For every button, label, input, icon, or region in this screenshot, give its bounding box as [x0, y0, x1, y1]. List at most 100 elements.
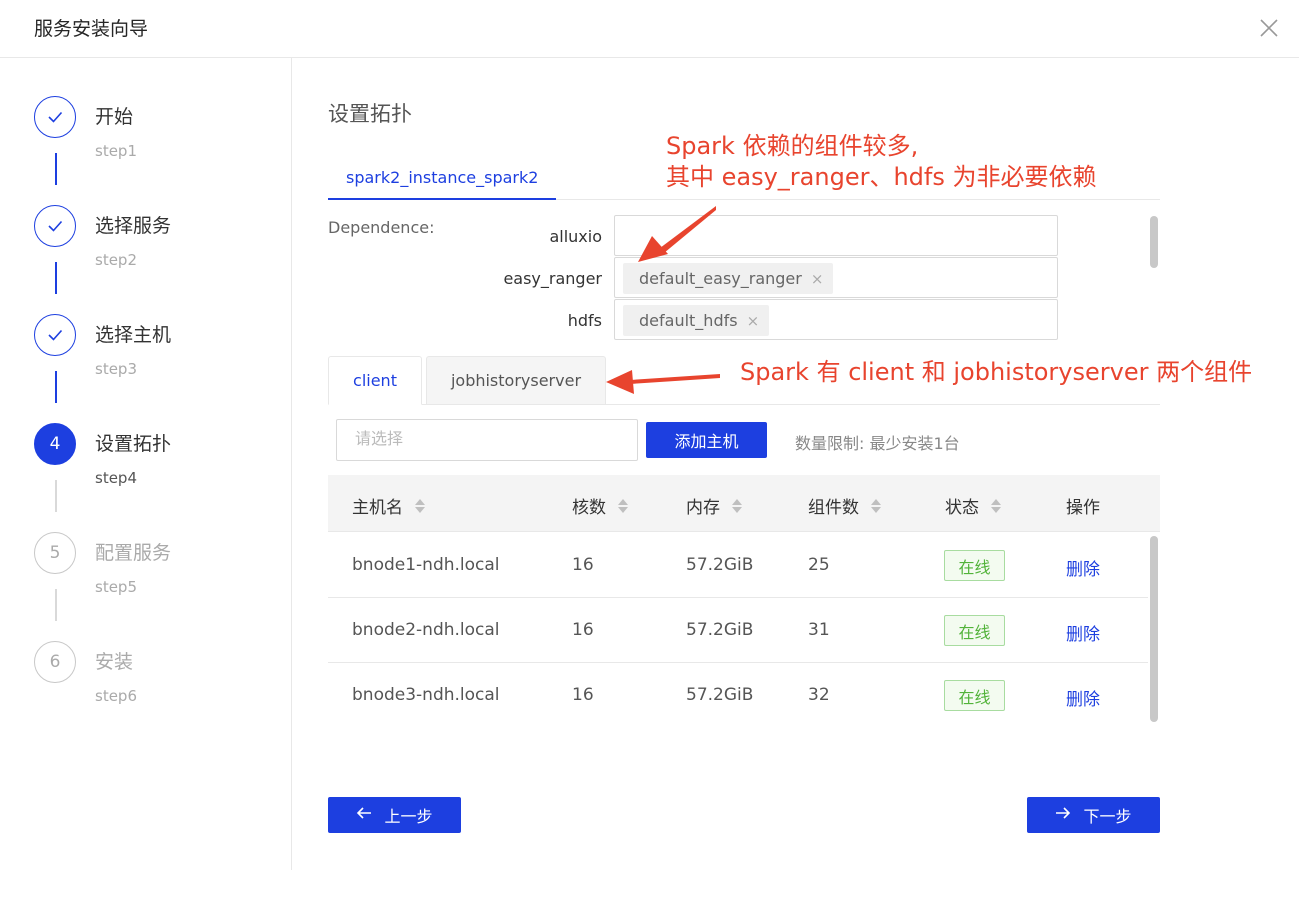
delete-link[interactable]: 删除: [1066, 620, 1100, 645]
cell-memory: 57.2GiB: [686, 685, 754, 705]
cell-hostname: bnode1-ndh.local: [352, 555, 500, 575]
column-label: 状态: [945, 498, 979, 518]
column-label: 组件数: [808, 498, 859, 518]
tab-spark2-instance[interactable]: spark2_instance_spark2: [328, 162, 557, 200]
step-sub: step5: [95, 578, 137, 596]
step-title: 安装: [95, 651, 134, 673]
step-connector: [55, 153, 57, 185]
cell-hostname: bnode3-ndh.local: [352, 685, 500, 705]
annotation-components: Spark 有 client 和 jobhistoryserver 两个组件: [740, 358, 1253, 386]
step-start: 开始 step1: [34, 96, 274, 206]
cell-cores: 16: [572, 620, 594, 640]
quantity-limit-text: 数量限制: 最少安装1台: [795, 434, 960, 453]
cell-hostname: bnode2-ndh.local: [352, 620, 500, 640]
column-header-memory[interactable]: 内存: [686, 493, 742, 518]
cell-components: 31: [808, 620, 830, 640]
step-title: 设置拓扑: [95, 433, 172, 455]
remove-tag-icon[interactable]: ×: [811, 270, 824, 288]
step-title: 选择主机: [95, 324, 172, 346]
annotation-dependencies-line2: 其中 easy_ranger、hdfs 为非必要依赖: [666, 163, 1097, 191]
cell-components: 32: [808, 685, 830, 705]
sort-icon[interactable]: [991, 498, 1001, 513]
remove-tag-icon[interactable]: ×: [747, 312, 760, 330]
column-header-hostname[interactable]: 主机名: [352, 493, 425, 518]
delete-link[interactable]: 删除: [1066, 555, 1100, 580]
tag-label: default_hdfs: [639, 311, 738, 330]
close-icon[interactable]: [1255, 14, 1283, 42]
step-sub: step1: [95, 142, 137, 160]
step-connector: [55, 371, 57, 403]
sort-icon[interactable]: [732, 498, 742, 513]
column-header-components[interactable]: 组件数: [808, 493, 881, 518]
step-sub: step4: [95, 469, 137, 487]
wizard-steps: 开始 step1 选择服务 step2 选择主机 step3 4 设置拓扑 st…: [0, 58, 292, 870]
column-label: 内存: [686, 498, 720, 518]
tab-jobhistoryserver[interactable]: jobhistoryserver: [426, 356, 606, 405]
cell-cores: 16: [572, 555, 594, 575]
step-number: 6: [34, 641, 76, 683]
column-header-cores[interactable]: 核数: [572, 493, 628, 518]
status-badge: 在线: [944, 550, 1005, 581]
column-header-action: 操作: [1066, 493, 1100, 518]
column-label: 主机名: [352, 498, 403, 518]
sort-icon[interactable]: [871, 498, 881, 513]
annotation-dependencies-line1: Spark 依赖的组件较多,: [666, 132, 919, 160]
step-select-host: 选择主机 step3: [34, 314, 274, 424]
dependency-tag: default_easy_ranger ×: [623, 263, 834, 294]
status-badge: 在线: [944, 680, 1005, 711]
step-sub: step2: [95, 251, 137, 269]
dep-label-alluxio: alluxio: [549, 227, 602, 246]
cell-components: 25: [808, 555, 830, 575]
tab-client[interactable]: client: [328, 356, 422, 405]
step-connector: [55, 589, 57, 621]
sort-icon[interactable]: [415, 498, 425, 513]
next-step-button[interactable]: 下一步: [1027, 797, 1160, 833]
next-step-label: 下一步: [1083, 809, 1132, 826]
step-config-service: 5 配置服务 step5: [34, 532, 274, 642]
tag-label: default_easy_ranger: [639, 269, 802, 288]
step-select-service: 选择服务 step2: [34, 205, 274, 315]
step-number: 5: [34, 532, 76, 574]
table-row: bnode2-ndh.local 16 57.2GiB 31 在线 删除: [328, 598, 1148, 663]
table-row: bnode1-ndh.local 16 57.2GiB 25 在线 删除: [328, 533, 1148, 598]
cell-cores: 16: [572, 685, 594, 705]
column-label: 操作: [1066, 498, 1100, 518]
column-label: 核数: [572, 498, 606, 518]
step-connector: [55, 480, 57, 512]
prev-step-label: 上一步: [384, 809, 433, 826]
cell-memory: 57.2GiB: [686, 555, 754, 575]
check-icon: [34, 205, 76, 247]
arrow-left-icon: [356, 806, 372, 825]
dialog-title: 服务安装向导: [34, 18, 149, 40]
dependence-label: Dependence:: [328, 218, 435, 237]
step-sub: step6: [95, 687, 137, 705]
add-host-button[interactable]: 添加主机: [646, 422, 767, 458]
step-title: 配置服务: [95, 542, 172, 564]
table-scrollbar[interactable]: [1150, 536, 1158, 722]
status-badge: 在线: [944, 615, 1005, 646]
sort-icon[interactable]: [618, 498, 628, 513]
step-title: 开始: [95, 106, 134, 128]
page-title: 设置拓扑: [328, 102, 412, 126]
hdfs-select[interactable]: default_hdfs ×: [614, 299, 1058, 340]
alluxio-select[interactable]: [614, 215, 1058, 256]
check-icon: [34, 96, 76, 138]
prev-step-button[interactable]: 上一步: [328, 797, 461, 833]
dependency-tag: default_hdfs ×: [623, 305, 770, 336]
arrow-right-icon: [1055, 806, 1071, 825]
check-icon: [34, 314, 76, 356]
column-header-status[interactable]: 状态: [945, 493, 1001, 518]
host-select-input[interactable]: [336, 419, 638, 461]
step-connector: [55, 262, 57, 294]
cell-memory: 57.2GiB: [686, 620, 754, 640]
step-install: 6 安装 step6: [34, 641, 274, 751]
dialog-header: 服务安装向导: [0, 0, 1299, 58]
step-number: 4: [34, 423, 76, 465]
dependence-scrollbar[interactable]: [1150, 216, 1158, 268]
table-row: bnode3-ndh.local 16 57.2GiB 32 在线 删除: [328, 663, 1148, 728]
step-title: 选择服务: [95, 215, 172, 237]
easy-ranger-select[interactable]: default_easy_ranger ×: [614, 257, 1058, 298]
delete-link[interactable]: 删除: [1066, 685, 1100, 710]
step-sub: step3: [95, 360, 137, 378]
step-topology: 4 设置拓扑 step4: [34, 423, 274, 533]
